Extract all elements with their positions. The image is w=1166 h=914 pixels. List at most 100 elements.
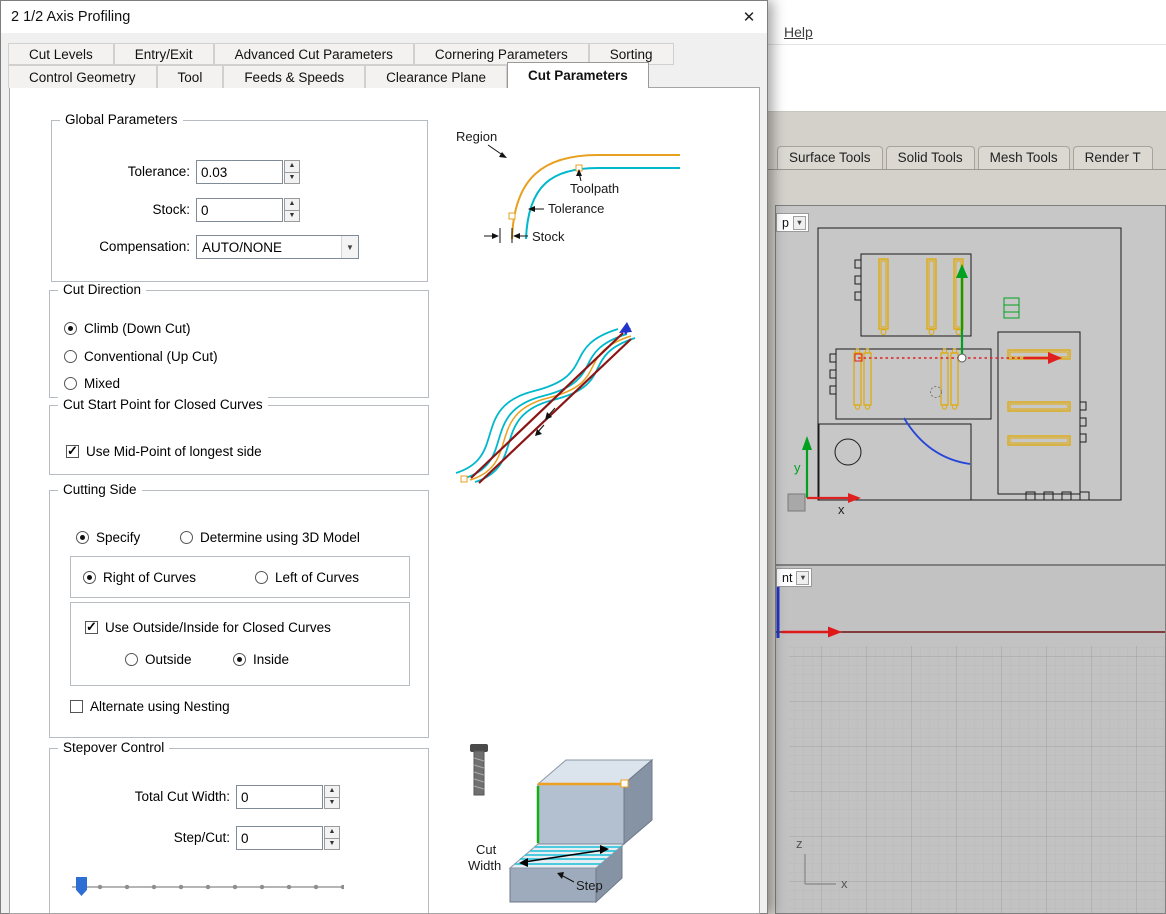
cut-direction-diagram — [455, 322, 636, 484]
top-viewport-drawing: y x — [787, 227, 1122, 517]
spinner-up-icon: ▲ — [288, 162, 296, 169]
spinner-up-icon: ▲ — [328, 828, 336, 835]
curve-side-box: Right of Curves Left of Curves — [70, 556, 410, 598]
spin-down-button[interactable]: ▼ — [284, 172, 300, 184]
radio-icon — [64, 349, 77, 363]
radio-determine-3d-model[interactable]: Determine using 3D Model — [180, 528, 360, 546]
compensation-select[interactable]: AUTO/NONE ▼ — [196, 235, 359, 259]
tab-tool[interactable]: Tool — [156, 65, 224, 88]
axis-z-label: z — [796, 836, 803, 851]
spin-down-button[interactable]: ▼ — [284, 210, 300, 222]
slider-thumb[interactable] — [76, 877, 87, 896]
checkbox-use-midpoint[interactable]: ✓ Use Mid-Point of longest side — [66, 442, 262, 460]
tolerance-spinner[interactable]: ▲ ▼ — [284, 160, 300, 184]
viewport-front[interactable]: z x nt ▼ — [775, 565, 1166, 914]
checkbox-label: Alternate using Nesting — [90, 698, 230, 714]
radio-icon — [125, 652, 138, 666]
menubar-divider — [768, 44, 1166, 45]
spin-up-button[interactable]: ▲ — [324, 785, 340, 798]
group-title: Global Parameters — [60, 112, 183, 127]
toolbar-tab-solid-tools[interactable]: Solid Tools — [885, 146, 975, 170]
tab-cut-levels[interactable]: Cut Levels — [8, 43, 114, 65]
tab-entry-exit[interactable]: Entry/Exit — [113, 43, 214, 65]
toolbar-tab-surface-tools[interactable]: Surface Tools — [777, 146, 883, 170]
radio-inside[interactable]: Inside — [233, 650, 289, 668]
rhino-menubar — [768, 0, 1166, 112]
top-viewport-title-dropdown[interactable]: p ▼ — [776, 213, 809, 232]
radio-conventional-up-cut[interactable]: Conventional (Up Cut) — [64, 347, 218, 365]
tab-clearance-plane[interactable]: Clearance Plane — [365, 65, 507, 88]
group-title: Cut Direction — [58, 282, 147, 297]
viewport-dropdown-arrow-icon[interactable]: ▼ — [796, 570, 810, 585]
spin-down-button[interactable]: ▼ — [324, 797, 340, 809]
radio-label: Inside — [253, 651, 290, 667]
spinner-up-icon: ▲ — [288, 200, 296, 207]
stock-label: Stock: — [152, 202, 190, 217]
spin-down-button[interactable]: ▼ — [324, 838, 340, 850]
radio-icon — [76, 530, 89, 544]
checkbox-alternate-nesting[interactable]: ✓ Alternate using Nesting — [70, 697, 230, 715]
tab-control-geometry[interactable]: Control Geometry — [8, 65, 157, 88]
radio-mixed[interactable]: Mixed — [64, 374, 120, 392]
front-viewport-title-dropdown[interactable]: nt ▼ — [776, 568, 813, 587]
total-cut-width-spinner[interactable]: ▲ ▼ — [324, 785, 340, 809]
radio-right-of-curves[interactable]: Right of Curves — [83, 568, 196, 586]
total-cut-width-input[interactable] — [236, 785, 323, 809]
step-cut-spinner[interactable]: ▲ ▼ — [324, 826, 340, 850]
front-viewport-drawing: z x — [776, 586, 1165, 913]
axis-x-label: x — [838, 502, 845, 517]
dialog-titlebar[interactable]: 2 1/2 Axis Profiling ✕ — [1, 1, 767, 33]
group-cutting-side: Cutting Side Specify Determine using 3D … — [49, 482, 429, 738]
toolbar-tabs-baseline — [768, 169, 1166, 170]
stock-input[interactable] — [196, 198, 283, 222]
stepover-slider[interactable] — [72, 877, 344, 897]
cut-parameters-page: Global Parameters Tolerance: ▲ ▼ Stock: … — [9, 87, 760, 914]
group-title: Cutting Side — [58, 482, 142, 497]
spinner-down-icon: ▼ — [328, 839, 336, 847]
radio-label: Specify — [96, 529, 141, 545]
stock-spinner[interactable]: ▲ ▼ — [284, 198, 300, 222]
dialog-tab-row-2: Control Geometry Tool Feeds & Speeds Cle… — [8, 62, 649, 88]
toolbar-tab-render-tools[interactable]: Render T — [1072, 146, 1153, 170]
viewport-top[interactable]: y x p ▼ — [775, 205, 1166, 565]
compensation-value: AUTO/NONE — [202, 239, 283, 255]
radio-outside[interactable]: Outside — [125, 650, 192, 668]
group-global-parameters: Global Parameters Tolerance: ▲ ▼ Stock: … — [51, 112, 428, 282]
profiling-dialog: 2 1/2 Axis Profiling ✕ Cut Levels Entry/… — [0, 0, 768, 914]
radio-icon — [83, 570, 96, 584]
cut-width-label-line2: Width — [468, 858, 501, 873]
compensation-label: Compensation: — [99, 239, 190, 254]
toolbar-tab-mesh-tools[interactable]: Mesh Tools — [977, 146, 1070, 170]
tolerance-diagram: Region Toolpath Tolerance Stock — [456, 129, 680, 244]
tab-cut-parameters[interactable]: Cut Parameters — [506, 62, 649, 88]
checkbox-icon: ✓ — [66, 443, 79, 458]
region-label: Region — [456, 129, 497, 144]
radio-specify[interactable]: Specify — [76, 528, 140, 546]
close-button[interactable]: ✕ — [733, 1, 765, 33]
step-label: Step — [576, 878, 603, 893]
tab-advanced-cut-parameters[interactable]: Advanced Cut Parameters — [213, 43, 414, 65]
tab-feeds-speeds[interactable]: Feeds & Speeds — [223, 65, 366, 88]
viewport-dropdown-arrow-icon[interactable]: ▼ — [792, 215, 806, 230]
checkbox-icon: ✓ — [85, 619, 98, 634]
stepover-diagram: Cut Width Step — [468, 744, 654, 904]
menu-help[interactable]: Help — [784, 24, 813, 40]
spin-up-button[interactable]: ▲ — [284, 160, 300, 173]
tolerance-input[interactable] — [196, 160, 283, 184]
close-icon: ✕ — [742, 9, 756, 26]
spin-up-button[interactable]: ▲ — [284, 198, 300, 211]
step-cut-input[interactable] — [236, 826, 323, 850]
radio-left-of-curves[interactable]: Left of Curves — [255, 568, 359, 586]
checkbox-outside-inside[interactable]: ✓ Use Outside/Inside for Closed Curves — [85, 618, 331, 636]
toolpath-label: Toolpath — [570, 181, 619, 196]
radio-label: Determine using 3D Model — [200, 529, 360, 545]
group-title: Cut Start Point for Closed Curves — [58, 397, 268, 412]
dropdown-arrow-icon[interactable]: ▼ — [341, 236, 358, 258]
top-viewport-title: p — [782, 215, 789, 230]
spin-up-button[interactable]: ▲ — [324, 826, 340, 839]
total-cut-width-label: Total Cut Width: — [134, 789, 230, 804]
radio-label: Outside — [145, 651, 192, 667]
radio-climb-down-cut[interactable]: Climb (Down Cut) — [64, 319, 191, 337]
rhino-toolbar-tabs: Surface Tools Solid Tools Mesh Tools Ren… — [777, 146, 1153, 170]
spinner-down-icon: ▼ — [288, 173, 296, 181]
